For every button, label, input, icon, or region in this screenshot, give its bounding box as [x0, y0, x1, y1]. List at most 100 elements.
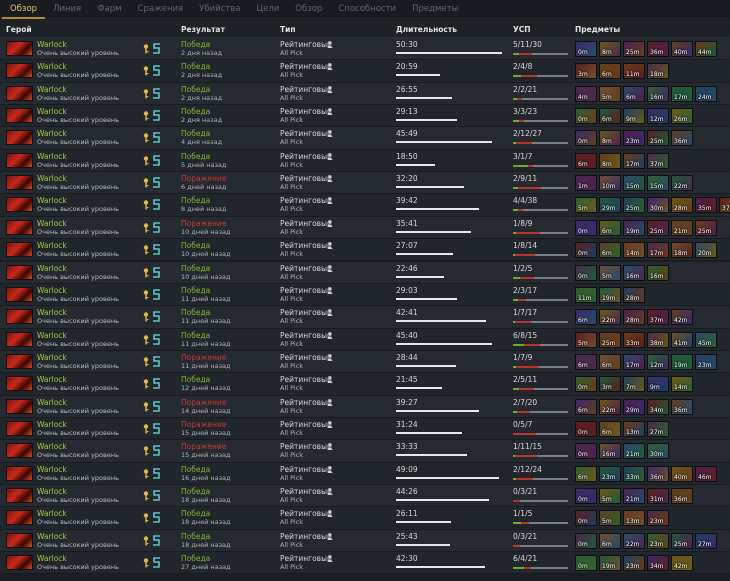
- item-icon[interactable]: 0m: [575, 510, 597, 527]
- table-row[interactable]: Warlock Очень высокий уровень Победа 18 дне…: [0, 507, 730, 530]
- item-icon[interactable]: 5m: [575, 331, 597, 348]
- hero-name[interactable]: Warlock: [37, 554, 67, 563]
- hero-name[interactable]: Warlock: [37, 420, 67, 429]
- item-icon[interactable]: 19m: [671, 353, 693, 370]
- item-icon[interactable]: 4m: [575, 85, 597, 102]
- table-row[interactable]: Warlock Очень высокий уровень Победа 16 дне…: [0, 462, 730, 485]
- item-icon[interactable]: 40m: [671, 41, 693, 57]
- item-icon[interactable]: 11m: [623, 63, 645, 80]
- item-icon[interactable]: 0m: [575, 219, 597, 236]
- table-row[interactable]: Warlock Очень высокий уровень Победа 4 дня …: [0, 127, 730, 150]
- item-icon[interactable]: 42m: [671, 555, 693, 572]
- hero-name[interactable]: Warlock: [37, 353, 67, 362]
- item-icon[interactable]: 28m: [671, 197, 693, 214]
- item-icon[interactable]: 20m: [695, 242, 717, 259]
- item-icon[interactable]: 6m: [599, 219, 621, 236]
- table-row[interactable]: Warlock Очень высокий уровень Победа 10 дне…: [0, 239, 730, 262]
- hero-portrait-icon[interactable]: [6, 420, 33, 436]
- item-icon[interactable]: 5m: [575, 197, 597, 214]
- item-icon[interactable]: 23m: [647, 532, 669, 549]
- hero-portrait-icon[interactable]: [6, 309, 33, 325]
- item-icon[interactable]: 28m: [623, 286, 645, 303]
- item-icon[interactable]: 31m: [647, 488, 669, 504]
- item-icon[interactable]: 6m: [599, 532, 621, 549]
- hero-name[interactable]: Warlock: [37, 442, 67, 451]
- hero-portrait-icon[interactable]: [6, 376, 33, 392]
- item-icon[interactable]: 45m: [695, 331, 717, 348]
- hero-portrait-icon[interactable]: [6, 219, 33, 235]
- item-icon[interactable]: 34m: [647, 555, 669, 572]
- hero-portrait-icon[interactable]: [6, 63, 33, 79]
- item-icon[interactable]: 21m: [623, 488, 645, 504]
- match-result[interactable]: Победа: [181, 487, 210, 496]
- match-result[interactable]: Поражение: [181, 353, 226, 362]
- item-icon[interactable]: 8m: [599, 41, 621, 57]
- item-icon[interactable]: 36m: [647, 41, 669, 57]
- item-icon[interactable]: 0m: [575, 264, 597, 281]
- item-icon[interactable]: 0m: [575, 130, 597, 147]
- table-row[interactable]: Warlock Очень высокий уровень Победа 5 дней…: [0, 149, 730, 173]
- table-row[interactable]: Warlock Очень высокий уровень Поражение 14 …: [0, 395, 730, 418]
- item-icon[interactable]: 0m: [575, 420, 597, 437]
- item-icon[interactable]: 22m: [599, 398, 621, 415]
- item-icon[interactable]: 6m: [575, 152, 597, 169]
- tab-5[interactable]: Цели: [248, 0, 287, 19]
- item-icon[interactable]: 13m: [623, 420, 645, 437]
- item-icon[interactable]: 14m: [623, 242, 645, 259]
- item-icon[interactable]: 3m: [599, 376, 621, 393]
- item-icon[interactable]: 0m: [575, 555, 597, 572]
- hero-portrait-icon[interactable]: [6, 108, 33, 124]
- item-icon[interactable]: 26m: [671, 108, 693, 125]
- item-icon[interactable]: 6m: [575, 398, 597, 415]
- table-row[interactable]: Warlock Очень высокий уровень Победа 2 дня …: [0, 105, 730, 128]
- item-icon[interactable]: 12m: [647, 353, 669, 370]
- match-result[interactable]: Поражение: [181, 420, 226, 429]
- item-icon[interactable]: 23m: [599, 465, 621, 482]
- hero-portrait-icon[interactable]: [6, 443, 33, 459]
- hero-name[interactable]: Warlock: [37, 465, 67, 474]
- item-icon[interactable]: 30m: [647, 197, 669, 214]
- match-result[interactable]: Поражение: [181, 398, 226, 407]
- hero-portrait-icon[interactable]: [6, 41, 33, 56]
- item-icon[interactable]: 0m: [575, 242, 597, 259]
- hero-name[interactable]: Warlock: [37, 129, 67, 138]
- item-icon[interactable]: 0m: [575, 488, 597, 504]
- item-icon[interactable]: 25m: [599, 331, 621, 348]
- hero-portrait-icon[interactable]: [6, 331, 33, 347]
- item-icon[interactable]: 0m: [575, 41, 597, 57]
- hero-portrait-icon[interactable]: [6, 532, 33, 548]
- item-icon[interactable]: 22m: [599, 309, 621, 326]
- item-icon[interactable]: 25m: [647, 130, 669, 147]
- item-icon[interactable]: 10m: [599, 175, 621, 192]
- item-icon[interactable]: 6m: [599, 420, 621, 437]
- item-icon[interactable]: 8m: [599, 130, 621, 147]
- hero-portrait-icon[interactable]: [6, 286, 33, 302]
- item-icon[interactable]: 44m: [695, 41, 717, 57]
- item-icon[interactable]: 28m: [623, 309, 645, 326]
- item-icon[interactable]: 0m: [575, 443, 597, 460]
- table-row[interactable]: Warlock Очень высокий уровень Победа 27 дне…: [0, 552, 730, 575]
- hero-name[interactable]: Warlock: [37, 152, 67, 161]
- tab-6[interactable]: Обзор: [287, 0, 330, 19]
- item-icon[interactable]: 15m: [623, 175, 645, 192]
- item-icon[interactable]: 8m: [599, 152, 621, 169]
- item-icon[interactable]: 40m: [671, 465, 693, 482]
- item-icon[interactable]: 17m: [671, 85, 693, 102]
- item-icon[interactable]: 29m: [623, 398, 645, 415]
- item-icon[interactable]: 6m: [599, 108, 621, 125]
- item-icon[interactable]: 1m: [575, 175, 597, 192]
- match-result[interactable]: Победа: [181, 532, 210, 541]
- table-row[interactable]: Warlock Очень высокий уровень Поражение 6 д…: [0, 172, 730, 195]
- match-result[interactable]: Победа: [181, 554, 210, 563]
- item-icon[interactable]: 15m: [647, 175, 669, 192]
- item-icon[interactable]: 5m: [599, 264, 621, 281]
- tab-0[interactable]: Обзор: [2, 0, 46, 19]
- table-row[interactable]: Warlock Очень высокий уровень Победа 11 дне…: [0, 283, 730, 307]
- item-icon[interactable]: 46m: [695, 465, 717, 482]
- item-icon[interactable]: 3m: [575, 63, 597, 80]
- hero-portrait-icon[interactable]: [6, 264, 33, 280]
- item-icon[interactable]: 25m: [647, 219, 669, 236]
- table-row[interactable]: Warlock Очень высокий уровень Победа 8 дней…: [0, 194, 730, 217]
- item-icon[interactable]: 21m: [671, 219, 693, 236]
- match-result[interactable]: Победа: [181, 107, 210, 116]
